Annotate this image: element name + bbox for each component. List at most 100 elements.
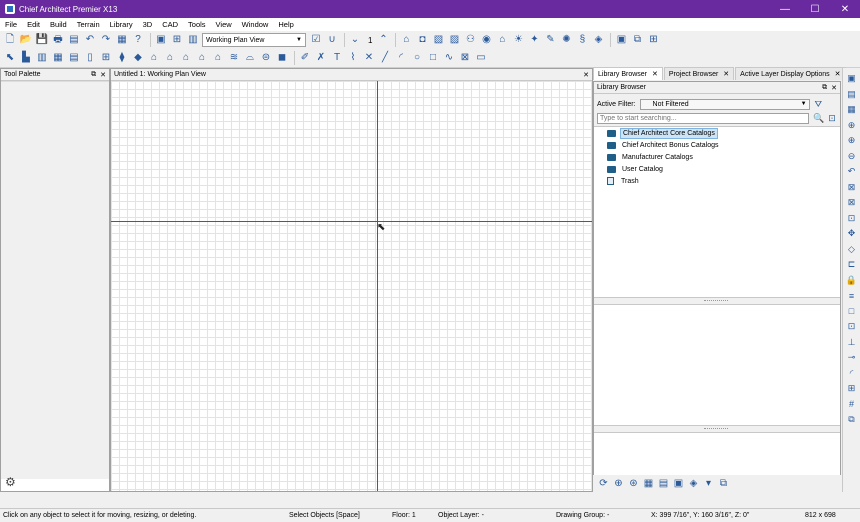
menu-file[interactable]: File	[0, 20, 22, 29]
maximize-button[interactable]: ☐	[800, 0, 830, 18]
refresh-icon[interactable]: ⟳	[597, 477, 610, 490]
callout-icon[interactable]: ⌇	[346, 51, 360, 65]
zoom-icon[interactable]: ⊕	[845, 119, 858, 132]
splitter-handle[interactable]	[704, 428, 728, 430]
close-icon[interactable]: ✕	[100, 71, 106, 79]
house-icon[interactable]: ⌂	[147, 51, 161, 65]
menu-library[interactable]: Library	[105, 20, 138, 29]
dimension-icon[interactable]: ✐	[298, 51, 312, 65]
preferences-icon[interactable]: ▦	[115, 33, 129, 47]
filter-icon[interactable]: ⛛	[815, 99, 823, 110]
undo-zoom-icon[interactable]: ↶	[845, 165, 858, 178]
fill-selected-icon[interactable]: ⊡	[845, 212, 858, 225]
camera-house-icon[interactable]: ⌂	[399, 33, 413, 47]
window-tile-icon[interactable]: ▣	[614, 33, 628, 47]
library-export-icon[interactable]: ⧉	[717, 477, 730, 490]
library-object-icon[interactable]: ◈	[687, 477, 700, 490]
print-icon[interactable]: 🖶	[51, 33, 65, 47]
splitter-handle[interactable]	[704, 300, 728, 302]
cabinet-icon[interactable]: ▤	[67, 51, 81, 65]
rectangle-icon[interactable]: □	[426, 51, 440, 65]
close-button[interactable]: ✕	[830, 0, 860, 18]
window-tool-icon[interactable]: ⊞	[99, 51, 113, 65]
door-icon[interactable]: ▯	[83, 51, 97, 65]
roof-icon[interactable]: ⌂	[163, 51, 177, 65]
plan-set-icon[interactable]: ⊞	[170, 33, 184, 47]
symbol-icon[interactable]: §	[575, 33, 589, 47]
skylight-icon[interactable]: ⌂	[211, 51, 225, 65]
render-icon[interactable]: ◉	[479, 33, 493, 47]
gear-icon[interactable]: ⚙	[5, 475, 16, 489]
walkthrough-icon[interactable]: ⚇	[463, 33, 477, 47]
float-icon[interactable]: ⧉	[822, 84, 827, 92]
hash-icon[interactable]: #	[845, 398, 858, 411]
line-icon[interactable]: ╱	[378, 51, 392, 65]
pan-icon[interactable]: ✥	[845, 227, 858, 240]
undo-icon[interactable]: ↶	[83, 33, 97, 47]
arc-icon[interactable]: ◜	[845, 367, 858, 380]
layer-icon[interactable]: ◇	[845, 243, 858, 256]
save-icon[interactable]: 💾	[35, 33, 49, 47]
select-objects-icon[interactable]: ⬉	[3, 51, 17, 65]
close-icon[interactable]: ✕	[831, 84, 837, 92]
menu-view[interactable]: View	[211, 20, 237, 29]
measure-icon[interactable]: ✗	[314, 51, 328, 65]
menu-terrain[interactable]: Terrain	[72, 20, 105, 29]
print-preview-icon[interactable]: ▤	[67, 33, 81, 47]
close-icon[interactable]: ✕	[723, 70, 729, 78]
text-icon[interactable]: T	[330, 51, 344, 65]
doll-house-icon[interactable]: ⌂	[495, 33, 509, 47]
floor-down-icon[interactable]: ⌄	[348, 33, 362, 47]
list-item[interactable]: Chief Architect Bonus Catalogs	[594, 139, 840, 151]
cross-section-icon[interactable]: ▨	[447, 33, 461, 47]
roof-plane-icon[interactable]: ⌂	[195, 51, 209, 65]
view-dropdown[interactable]: Working Plan View ▼	[202, 33, 306, 47]
image-icon[interactable]: ⊠	[458, 51, 472, 65]
close-icon[interactable]: ✕	[835, 70, 841, 78]
framing-icon[interactable]: ≋	[227, 51, 241, 65]
close-icon[interactable]: ✕	[583, 71, 589, 79]
filter-dropdown[interactable]: Not Filtered ▼	[639, 98, 810, 110]
minimize-button[interactable]: —	[770, 0, 800, 18]
level-icon[interactable]: ≡	[845, 289, 858, 302]
view-list-icon[interactable]: ▤	[657, 477, 670, 490]
box-icon[interactable]: ◼	[275, 51, 289, 65]
library-options-icon[interactable]: ▾	[702, 477, 715, 490]
redo-icon[interactable]: ↷	[99, 33, 113, 47]
slab-icon[interactable]: ◆	[131, 51, 145, 65]
list-item[interactable]: Chief Architect Core Catalogs	[594, 127, 840, 139]
close-icon[interactable]: ✕	[652, 70, 658, 78]
layout-icon[interactable]: ▣	[154, 33, 168, 47]
list-item[interactable]: Trash	[594, 175, 840, 187]
view-plan-icon[interactable]: ▣	[845, 72, 858, 85]
square-icon[interactable]: □	[845, 305, 858, 318]
library-globe-icon[interactable]: ⊛	[627, 477, 640, 490]
cad-x-icon[interactable]: ✕	[362, 51, 376, 65]
sun-icon[interactable]: ☀	[511, 33, 525, 47]
zoom-out-icon[interactable]: ⊖	[845, 150, 858, 163]
drawing-canvas[interactable]: ⬉	[111, 81, 592, 491]
library-add-icon[interactable]: ⊕	[612, 477, 625, 490]
garage-icon[interactable]: ⌓	[243, 51, 257, 65]
transform-icon[interactable]: ⧉	[845, 413, 858, 426]
search-input[interactable]	[597, 112, 809, 124]
stairs-icon[interactable]: ⧫	[115, 51, 129, 65]
open-folder-icon[interactable]: 📂	[19, 33, 33, 47]
menu-window[interactable]: Window	[237, 20, 274, 29]
list-item[interactable]: Manufacturer Catalogs	[594, 151, 840, 163]
tab-project-browser[interactable]: Project Browser ✕	[663, 67, 735, 80]
lock-icon[interactable]: 🔒	[845, 274, 858, 287]
search-icon[interactable]: 🔍	[813, 113, 824, 124]
menu-tools[interactable]: Tools	[183, 20, 211, 29]
window-cascade-icon[interactable]: ⧉	[630, 33, 644, 47]
tab-library-browser[interactable]: Library Browser ✕	[593, 67, 663, 80]
menu-3d[interactable]: 3D	[138, 20, 158, 29]
checklist-icon[interactable]: ☑	[309, 33, 323, 47]
view-grid-icon[interactable]: ▦	[642, 477, 655, 490]
measure-vertical-icon[interactable]: ⊥	[845, 336, 858, 349]
view-3d-icon[interactable]: ▦	[845, 103, 858, 116]
terrain-icon[interactable]: ⊏	[845, 258, 858, 271]
menu-cad[interactable]: CAD	[157, 20, 183, 29]
room-icon[interactable]: ▦	[51, 51, 65, 65]
elevation-icon[interactable]: ▧	[431, 33, 445, 47]
